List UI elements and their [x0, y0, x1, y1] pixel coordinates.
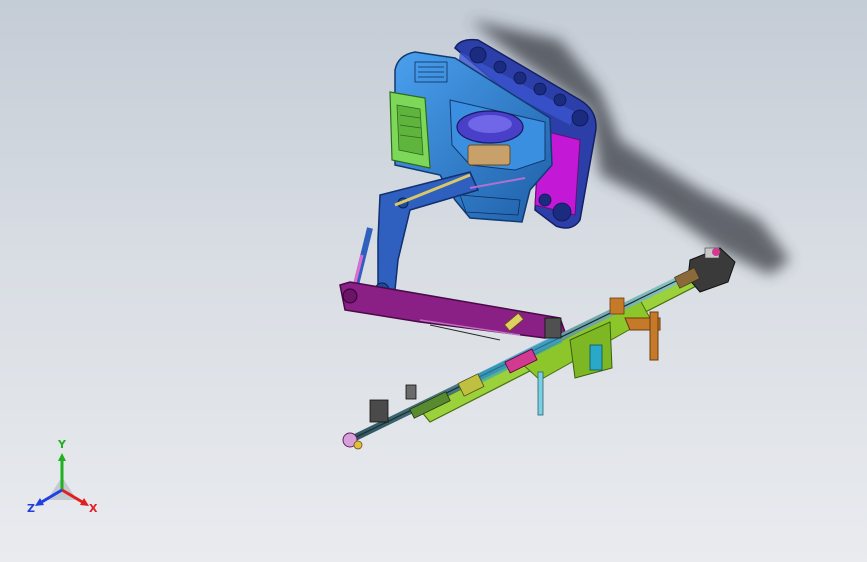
drill-feed-rail[interactable] [419, 267, 709, 423]
triad-graphic [35, 453, 89, 506]
hydraulic-cylinder[interactable] [351, 227, 373, 291]
3d-model-view[interactable] [0, 0, 867, 562]
orientation-triad: Y X Z [22, 439, 112, 525]
drill-head[interactable] [674, 247, 736, 293]
y-axis-label: Y [58, 438, 66, 451]
x-axis-label: X [89, 502, 98, 515]
cab-door[interactable] [389, 91, 431, 169]
drill-rod[interactable] [348, 258, 717, 444]
z-axis-label: Z [27, 502, 35, 515]
lower-arm[interactable] [339, 281, 566, 341]
y-axis-arrow [58, 453, 66, 461]
graphics-viewport[interactable]: Y X Z [0, 0, 867, 562]
